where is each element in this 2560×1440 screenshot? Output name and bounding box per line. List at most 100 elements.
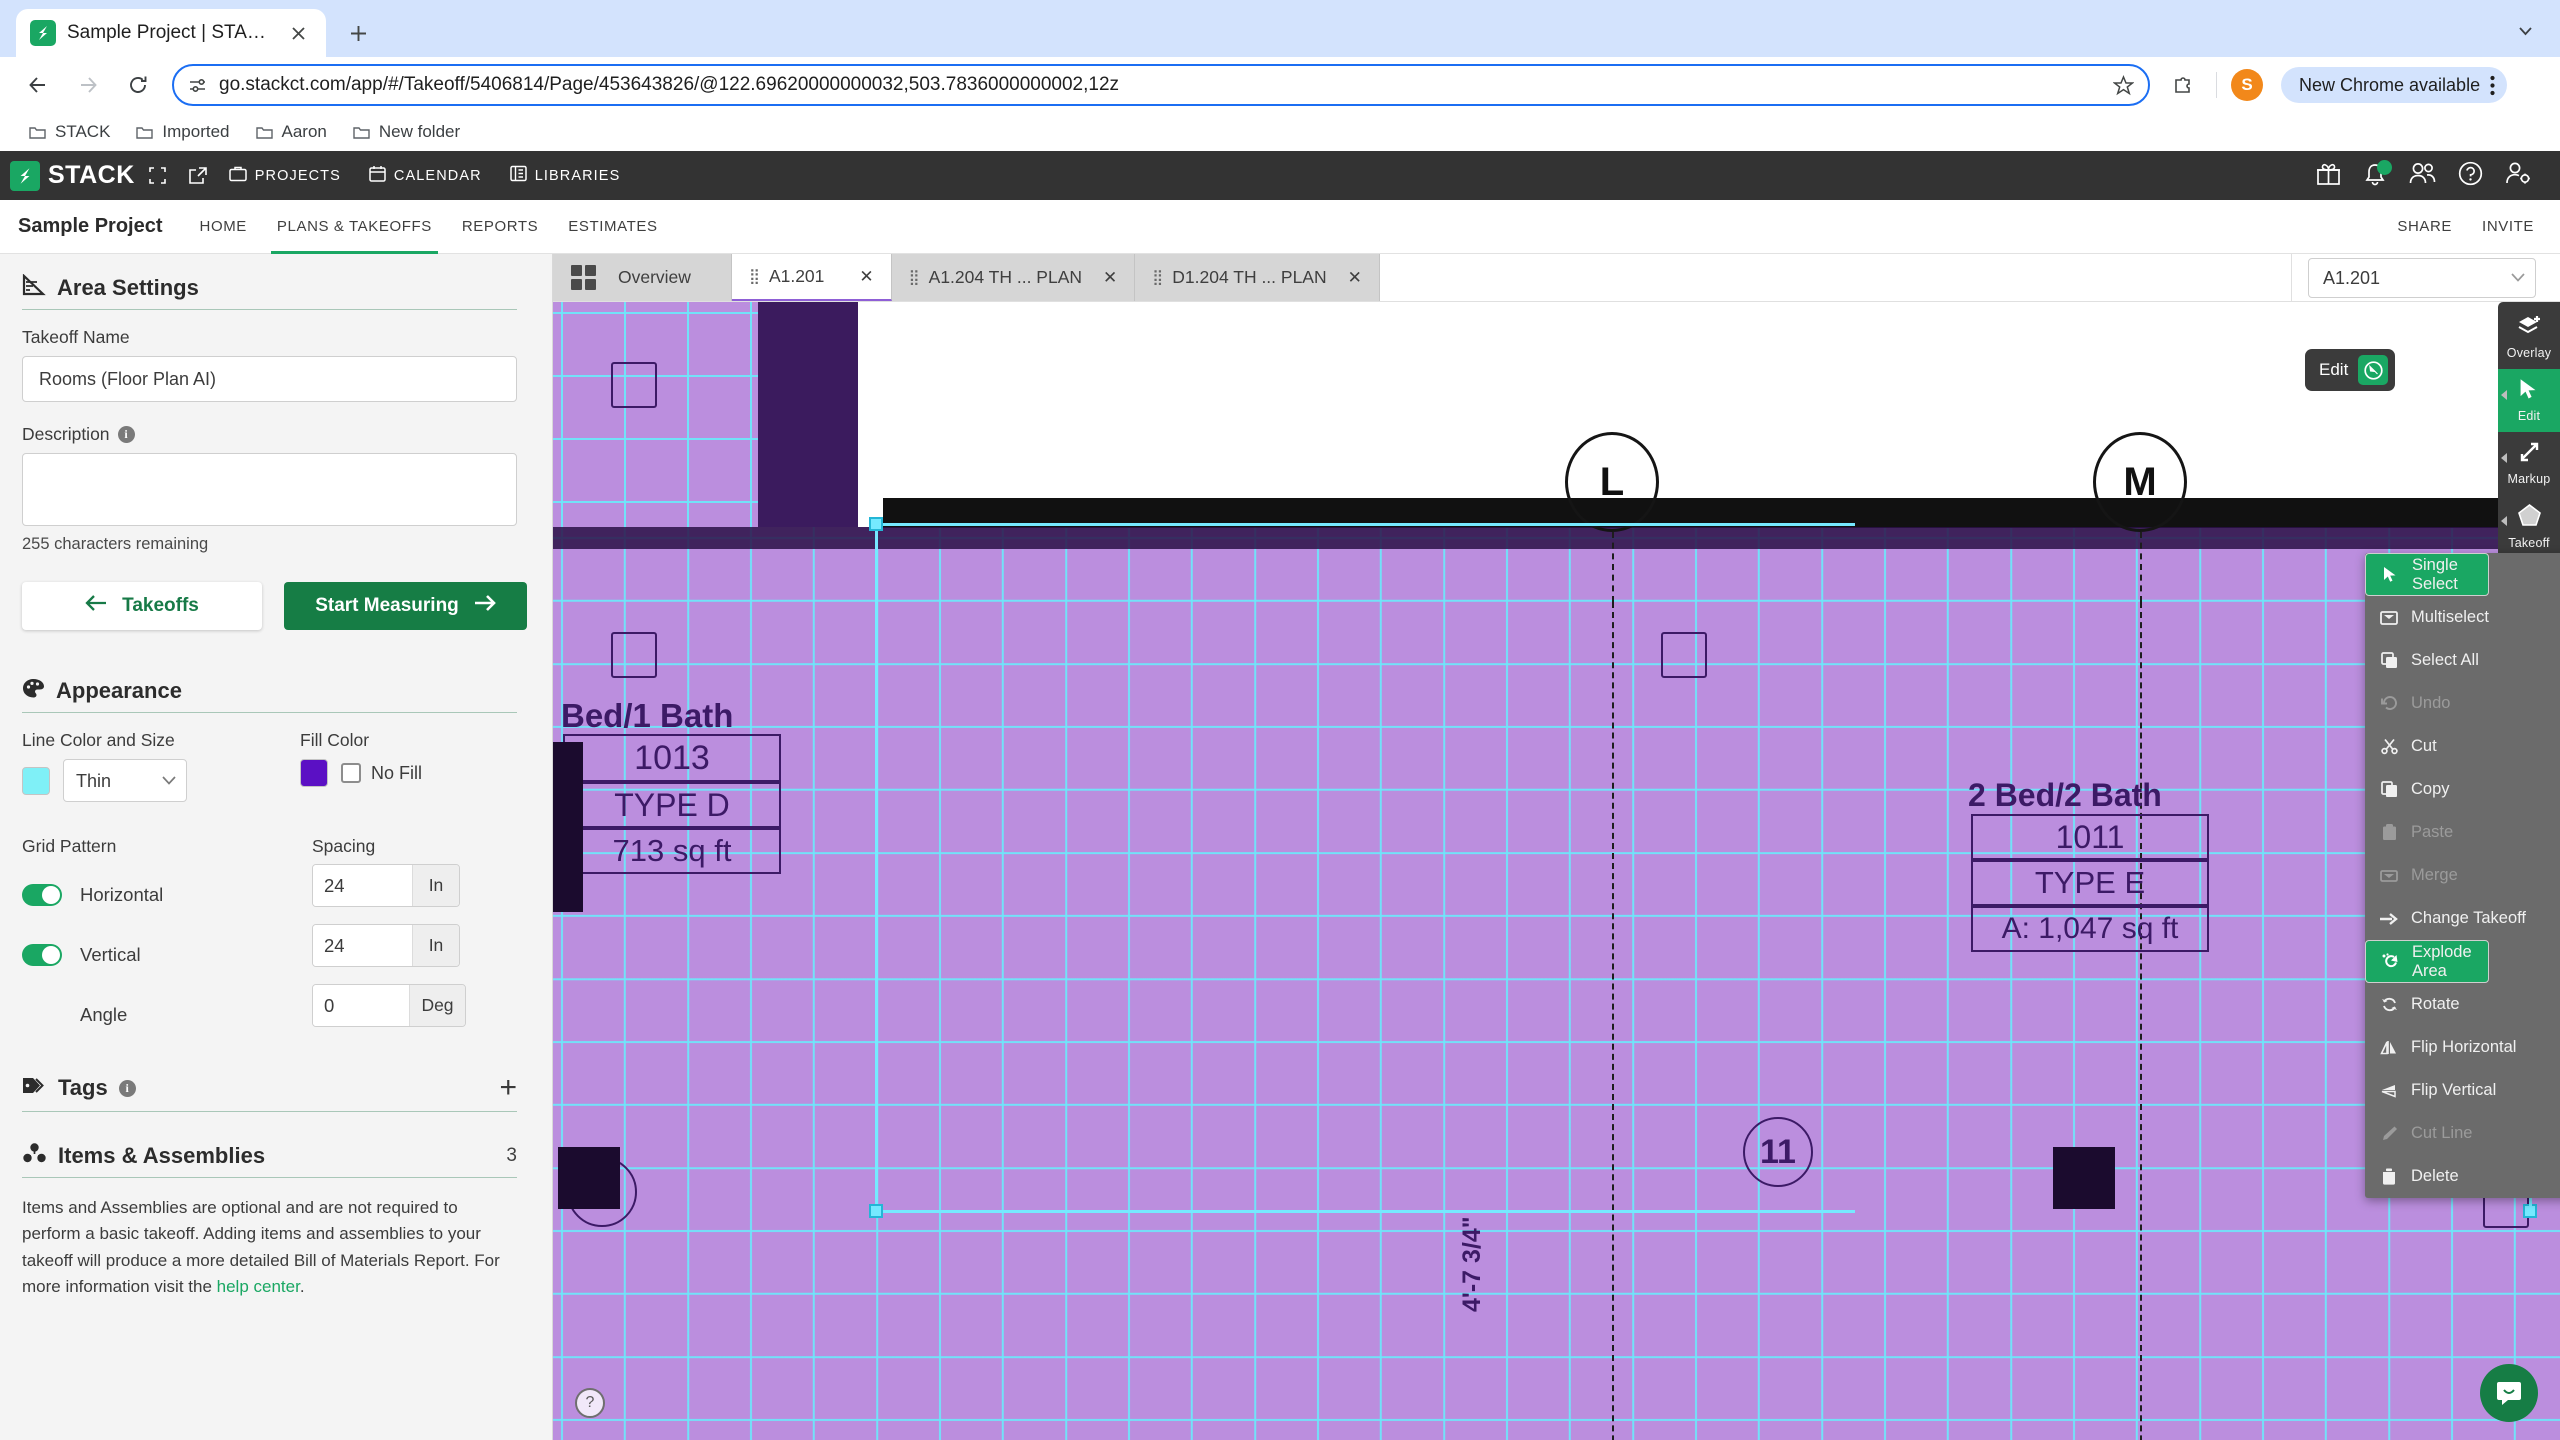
help-icon[interactable] <box>2458 161 2483 191</box>
context-menu-item-label: Flip Horizontal <box>2411 1038 2517 1056</box>
address-bar[interactable]: go.stackct.com/app/#/Takeoff/5406814/Pag… <box>172 64 2150 106</box>
fill-color-swatch[interactable] <box>300 759 328 787</box>
close-icon[interactable]: ✕ <box>1348 268 1362 288</box>
extensions-icon[interactable] <box>2162 65 2202 105</box>
context-menu-item-flip-vertical[interactable]: Flip Vertical <box>2365 1069 2560 1112</box>
appearance-title: Appearance <box>56 678 182 703</box>
spacing-label: Spacing <box>312 836 376 856</box>
chrome-update-pill[interactable]: New Chrome available <box>2281 67 2508 103</box>
start-measuring-button[interactable]: Start Measuring <box>284 582 527 630</box>
help-button[interactable]: ? <box>575 1388 605 1418</box>
site-settings-icon[interactable] <box>188 76 207 95</box>
horizontal-toggle[interactable] <box>22 884 62 906</box>
overview-tab[interactable]: Overview <box>553 254 732 301</box>
context-menu-item-select-all[interactable]: Select All <box>2365 639 2560 682</box>
selection-edge-top <box>875 523 1855 526</box>
new-tab-button[interactable] <box>336 11 380 55</box>
share-button[interactable]: SHARE <box>2397 218 2452 235</box>
context-menu-item-explode-area[interactable]: Explode Area <box>2365 940 2489 983</box>
nav-libraries[interactable]: LIBRARIES <box>496 151 635 200</box>
angle-input[interactable] <box>313 985 409 1026</box>
line-size-select[interactable]: ThinMediumThick <box>63 759 187 802</box>
tool-markup[interactable]: Markup <box>2498 432 2560 495</box>
forward-button[interactable] <box>66 63 110 107</box>
context-menu-item-rotate[interactable]: Rotate <box>2365 983 2560 1026</box>
edit-mode-badge[interactable]: Edit <box>2305 349 2396 391</box>
invite-button[interactable]: INVITE <box>2482 218 2534 235</box>
vertical-toggle[interactable] <box>22 944 62 966</box>
help-center-link[interactable]: help center <box>217 1277 300 1296</box>
nav-calendar[interactable]: CALENDAR <box>355 151 496 200</box>
description-textarea[interactable] <box>22 453 517 526</box>
overview-tab-label: Overview <box>618 267 691 287</box>
nav-projects[interactable]: PROJECTS <box>215 151 355 200</box>
plan-viewport[interactable]: L M N Bed/1 Bath 1013 TYPE D 713 <box>553 302 2560 1440</box>
close-icon[interactable] <box>284 19 312 47</box>
reload-button[interactable] <box>116 63 160 107</box>
open-external-icon[interactable] <box>181 159 215 193</box>
vertical-spacing-input[interactable] <box>313 925 412 966</box>
gift-icon[interactable] <box>2316 161 2341 191</box>
doc-tab-d1204[interactable]: ⣿ D1.204 TH ... PLAN ✕ <box>1135 254 1380 301</box>
horizontal-spacing-input[interactable] <box>313 865 412 906</box>
doc-tab-a1204[interactable]: ⣿ A1.204 TH ... PLAN ✕ <box>891 254 1136 301</box>
user-settings-icon[interactable] <box>2505 161 2532 191</box>
divider <box>22 309 517 310</box>
tab-reports[interactable]: REPORTS <box>447 200 553 254</box>
drag-handle-icon[interactable]: ⣿ <box>1152 270 1163 285</box>
chat-support-button[interactable] <box>2480 1364 2538 1422</box>
doc-tab-a1201[interactable]: ⣿ A1.201 ✕ <box>731 254 892 301</box>
bookmark-item[interactable]: STACK <box>20 117 119 147</box>
takeoffs-button[interactable]: Takeoffs <box>22 582 262 630</box>
drag-handle-icon[interactable]: ⣿ <box>749 269 760 284</box>
chrome-menu-icon[interactable] <box>2490 75 2495 96</box>
flip-vertical-icon <box>2379 1083 2399 1098</box>
chevron-down-icon[interactable] <box>2508 13 2542 47</box>
info-icon[interactable]: i <box>118 1079 136 1097</box>
fullscreen-icon[interactable] <box>141 159 175 193</box>
bookmark-star-icon[interactable] <box>2113 74 2134 96</box>
context-menu-item-label: Copy <box>2411 780 2450 798</box>
tool-edit[interactable]: Edit <box>2498 369 2560 432</box>
drag-handle-icon[interactable]: ⣿ <box>909 270 920 285</box>
bookmark-item[interactable]: Imported <box>127 117 238 147</box>
page-select[interactable]: A1.201A1.204D1.204 <box>2308 257 2536 298</box>
close-icon[interactable]: ✕ <box>1103 268 1117 288</box>
measurement-grid <box>553 527 2560 1440</box>
description-label-text: Description <box>22 424 110 444</box>
back-button[interactable] <box>16 63 60 107</box>
bookmark-item[interactable]: New folder <box>344 117 469 147</box>
people-icon[interactable] <box>2409 162 2436 190</box>
takeoff-name-input[interactable] <box>22 356 517 402</box>
context-menu-item-change-takeoff[interactable]: Change Takeoff <box>2365 897 2560 940</box>
add-tag-button[interactable]: + <box>499 1073 517 1103</box>
bookmark-item[interactable]: Aaron <box>247 117 336 147</box>
context-menu-item-copy[interactable]: Copy <box>2365 768 2560 811</box>
close-icon[interactable]: ✕ <box>859 267 873 287</box>
line-color-group: Line Color and Size ThinMediumThick <box>22 730 300 802</box>
line-color-swatch[interactable] <box>22 766 50 795</box>
context-menu-item-cut[interactable]: Cut <box>2365 725 2560 768</box>
no-fill-checkbox-row[interactable]: No Fill <box>341 763 422 784</box>
selection-handle[interactable] <box>869 517 883 531</box>
bell-icon[interactable] <box>2363 160 2392 188</box>
tab-home[interactable]: HOME <box>185 200 262 254</box>
no-fill-checkbox[interactable] <box>341 763 361 783</box>
avatar[interactable]: S <box>2231 69 2263 101</box>
horizontal-spacing-group: In <box>312 864 460 907</box>
edit-tool-icon <box>2358 355 2389 385</box>
info-icon[interactable]: i <box>117 426 135 443</box>
context-menu-item-flip-horizontal[interactable]: Flip Horizontal <box>2365 1026 2560 1069</box>
tool-takeoff[interactable]: Takeoff <box>2498 495 2560 558</box>
app-logo[interactable]: STACK <box>0 160 135 191</box>
context-menu-item-delete[interactable]: Delete <box>2365 1155 2560 1198</box>
tool-overlay[interactable]: Overlay <box>2498 306 2560 369</box>
context-menu[interactable]: Single Select Multiselect Select All Undo Cu… <box>2365 553 2560 1198</box>
selection-edge-bottom <box>875 1210 1855 1213</box>
browser-tab[interactable]: Sample Project | STACK <box>16 9 326 57</box>
selection-handle[interactable] <box>869 1204 883 1218</box>
context-menu-item-single-select[interactable]: Single Select <box>2365 553 2489 596</box>
context-menu-item-multiselect[interactable]: Multiselect <box>2365 596 2560 639</box>
tab-plans-takeoffs[interactable]: PLANS & TAKEOFFS <box>262 200 447 254</box>
tab-estimates[interactable]: ESTIMATES <box>553 200 672 254</box>
